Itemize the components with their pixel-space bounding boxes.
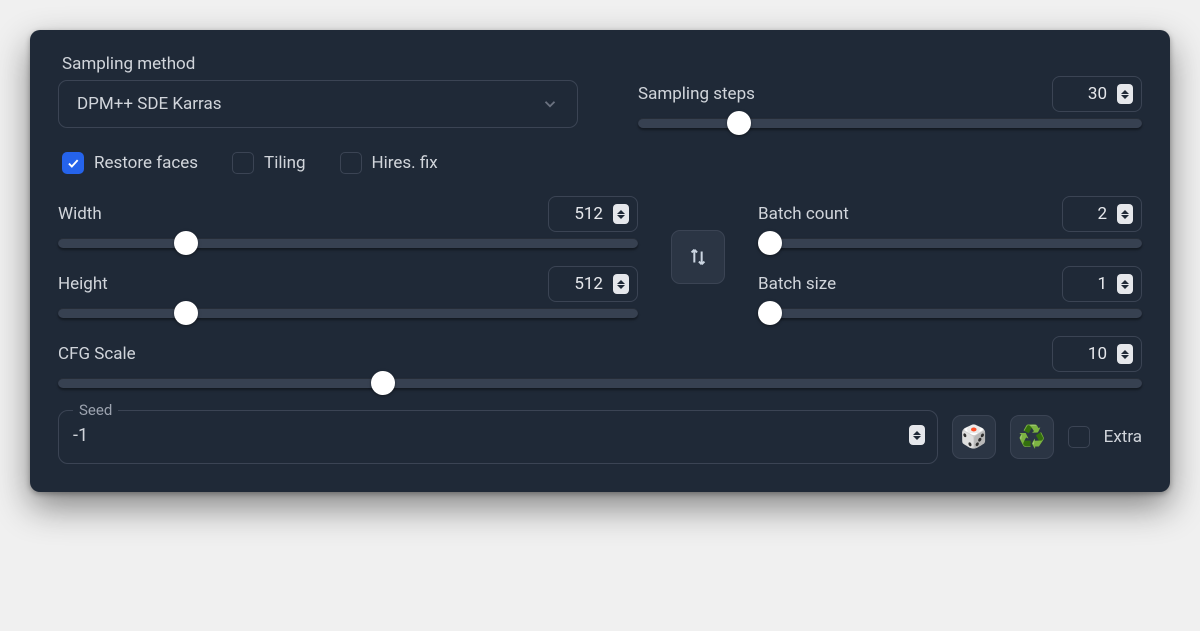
- stepper-icon[interactable]: [1117, 274, 1133, 294]
- sampling-method-block: Sampling method DPM++ SDE Karras: [58, 54, 578, 128]
- slider-thumb[interactable]: [174, 301, 198, 325]
- sampling-steps-block: Sampling steps 30: [638, 76, 1142, 128]
- check-icon: [66, 156, 80, 170]
- sampling-steps-value: 30: [1088, 84, 1107, 104]
- sampling-method-label: Sampling method: [62, 54, 578, 74]
- slider-thumb[interactable]: [727, 111, 751, 135]
- width-label: Width: [58, 204, 102, 224]
- sampling-steps-label: Sampling steps: [638, 84, 755, 104]
- generation-settings-panel: Sampling method DPM++ SDE Karras Samplin…: [30, 30, 1170, 492]
- batch-size-label: Batch size: [758, 274, 836, 294]
- seed-input[interactable]: -1: [73, 417, 925, 453]
- swap-icon: [687, 246, 709, 268]
- width-value: 512: [574, 204, 603, 224]
- sampling-method-value: DPM++ SDE Karras: [77, 94, 221, 114]
- seed-value: -1: [73, 425, 88, 446]
- stepper-icon[interactable]: [613, 274, 629, 294]
- checkbox-box: [232, 152, 254, 174]
- batch-size-slider[interactable]: [758, 308, 1142, 318]
- swap-dimensions-button[interactable]: [671, 230, 725, 284]
- width-slider[interactable]: [58, 238, 638, 248]
- checkbox-row: Restore faces Tiling Hires. fix: [58, 152, 1142, 174]
- height-input[interactable]: 512: [548, 266, 638, 302]
- stepper-icon[interactable]: [1117, 344, 1133, 364]
- height-label: Height: [58, 274, 108, 294]
- cfg-scale-input[interactable]: 10: [1052, 336, 1142, 372]
- seed-label: Seed: [73, 401, 118, 419]
- hires-fix-label: Hires. fix: [372, 153, 438, 173]
- slider-thumb[interactable]: [758, 301, 782, 325]
- checkbox-box: [62, 152, 84, 174]
- restore-faces-checkbox[interactable]: Restore faces: [62, 152, 198, 174]
- recycle-icon: ♻️: [1018, 425, 1045, 450]
- batch-size-block: Batch size 1: [758, 266, 1142, 318]
- cfg-scale-slider[interactable]: [58, 378, 1142, 388]
- tiling-checkbox[interactable]: Tiling: [232, 152, 305, 174]
- height-value: 512: [574, 274, 603, 294]
- width-input[interactable]: 512: [548, 196, 638, 232]
- extra-label: Extra: [1104, 427, 1142, 447]
- stepper-icon[interactable]: [909, 425, 925, 445]
- sampling-method-select[interactable]: DPM++ SDE Karras: [58, 80, 578, 128]
- checkbox-box: [340, 152, 362, 174]
- top-row: Sampling method DPM++ SDE Karras Samplin…: [58, 54, 1142, 128]
- height-slider[interactable]: [58, 308, 638, 318]
- height-block: Height 512: [58, 266, 638, 318]
- slider-thumb[interactable]: [758, 231, 782, 255]
- batch-count-value: 2: [1097, 204, 1107, 224]
- extra-checkbox[interactable]: [1068, 426, 1090, 448]
- slider-thumb[interactable]: [174, 231, 198, 255]
- dice-icon: 🎲: [960, 425, 987, 450]
- sampling-steps-slider[interactable]: [638, 118, 1142, 128]
- batch-count-label: Batch count: [758, 204, 849, 224]
- cfg-scale-value: 10: [1088, 344, 1107, 364]
- tiling-label: Tiling: [264, 153, 305, 173]
- restore-faces-label: Restore faces: [94, 153, 198, 173]
- slider-thumb[interactable]: [371, 371, 395, 395]
- random-seed-button[interactable]: 🎲: [952, 415, 996, 459]
- batch-count-slider[interactable]: [758, 238, 1142, 248]
- batch-count-block: Batch count 2: [758, 196, 1142, 248]
- stepper-icon[interactable]: [613, 204, 629, 224]
- batch-size-value: 1: [1097, 274, 1107, 294]
- batch-count-input[interactable]: 2: [1062, 196, 1142, 232]
- seed-field: Seed -1: [58, 410, 938, 464]
- dimensions-row: Width 512 Height 512: [58, 196, 1142, 318]
- stepper-icon[interactable]: [1117, 84, 1133, 104]
- batch-size-input[interactable]: 1: [1062, 266, 1142, 302]
- seed-row: Seed -1 🎲 ♻️ Extra: [58, 410, 1142, 464]
- hires-fix-checkbox[interactable]: Hires. fix: [340, 152, 438, 174]
- cfg-scale-block: CFG Scale 10: [58, 336, 1142, 388]
- cfg-scale-label: CFG Scale: [58, 344, 136, 364]
- sampling-steps-input[interactable]: 30: [1052, 76, 1142, 112]
- stepper-icon[interactable]: [1117, 204, 1133, 224]
- width-block: Width 512: [58, 196, 638, 248]
- reuse-seed-button[interactable]: ♻️: [1010, 415, 1054, 459]
- chevron-down-icon: [541, 95, 559, 113]
